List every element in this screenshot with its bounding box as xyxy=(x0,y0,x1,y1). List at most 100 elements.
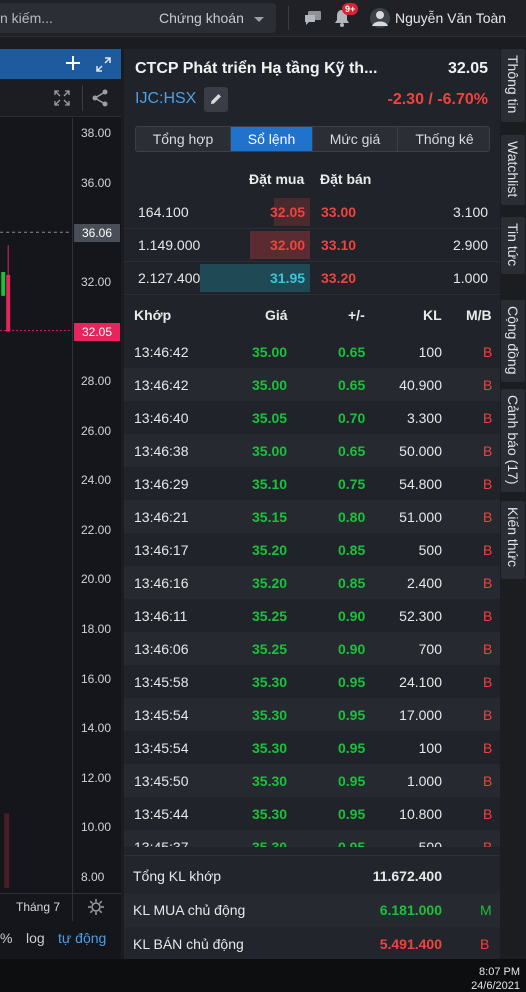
trade-row: 13:45:37 35.30 0.95 500 B xyxy=(124,830,500,847)
trade-volume: 51.000 xyxy=(399,509,442,525)
tab-thong-ke[interactable]: Thống kê xyxy=(398,127,489,151)
notification-badge: 9+ xyxy=(342,3,359,15)
vtab-thong-tin[interactable]: Thông tin xyxy=(501,49,525,122)
vtab-label: Watchlist xyxy=(505,141,521,198)
ask-volume: 1.000 xyxy=(453,270,489,286)
reference-price-label: 36.06 xyxy=(74,224,120,242)
bid-price: 32.05 xyxy=(270,204,306,220)
edit-button[interactable] xyxy=(204,87,228,112)
y-tick-label: 14.00 xyxy=(81,721,112,735)
vtab-tin-tuc[interactable]: Tin tức xyxy=(501,217,525,274)
trade-side: B xyxy=(483,674,493,690)
trade-price: 35.00 xyxy=(252,443,288,459)
percent-scale-toggle[interactable]: % xyxy=(0,930,12,946)
trade-change: 0.85 xyxy=(338,542,366,558)
trade-change: 0.95 xyxy=(338,707,366,723)
trade-price: 35.30 xyxy=(252,674,288,690)
trade-price: 35.30 xyxy=(252,839,288,847)
trade-change: 0.65 xyxy=(338,344,366,360)
settings-gear-icon[interactable] xyxy=(88,899,104,915)
bid-header: Đặt mua xyxy=(249,171,305,187)
trade-time: 13:46:40 xyxy=(134,410,189,426)
system-clock[interactable]: 8:07 PM 24/6/2021 xyxy=(471,965,520,992)
tab-tong-hop[interactable]: Tổng hợp xyxy=(136,127,231,151)
category-select[interactable]: Chứng khoán xyxy=(159,10,244,26)
trade-change: 0.95 xyxy=(338,674,366,690)
y-tick-label: 16.00 xyxy=(81,672,112,686)
trade-volume: 500 xyxy=(418,839,442,847)
vtab-watchlist[interactable]: Watchlist xyxy=(501,135,525,205)
trade-side: B xyxy=(483,443,493,459)
log-scale-toggle[interactable]: log xyxy=(26,930,45,946)
summary-row: KL BÁN chủ động 5.491.400 B xyxy=(124,927,500,961)
divider xyxy=(72,894,73,921)
trade-price: 35.05 xyxy=(252,410,288,426)
tab-so-lenh[interactable]: Sổ lệnh xyxy=(231,127,313,151)
trade-volume: 54.800 xyxy=(399,476,442,492)
trade-row: 13:46:11 35.25 0.90 52.300 B xyxy=(124,599,500,632)
bid-volume: 1.149.000 xyxy=(138,237,201,253)
auto-scale-toggle[interactable]: tự động xyxy=(58,930,106,946)
tab-muc-gia[interactable]: Mức giá xyxy=(313,127,398,151)
trade-time: 13:45:50 xyxy=(134,773,189,789)
trade-change: 0.95 xyxy=(338,839,366,847)
trade-side: B xyxy=(483,641,493,657)
y-tick-label: 10.00 xyxy=(81,820,112,834)
price-chart[interactable]: 38.0036.0034.0032.0030.0028.0026.0024.00… xyxy=(0,49,121,959)
vtab-kien-thuc[interactable]: Kiến thức xyxy=(501,501,525,579)
trade-row: 13:46:21 35.15 0.80 51.000 B xyxy=(124,500,500,533)
trade-side: B xyxy=(483,707,493,723)
volume-bar xyxy=(4,813,10,888)
chat-icon[interactable] xyxy=(304,10,322,26)
vtab-cong-dong[interactable]: Cộng đồng xyxy=(501,300,525,382)
vtab-label: Cảnh báo (17) xyxy=(505,395,521,485)
taskbar: 8:07 PM 24/6/2021 xyxy=(0,959,526,992)
y-tick-label: 38.00 xyxy=(81,126,112,140)
trade-row: 13:46:40 35.05 0.70 3.300 B xyxy=(124,401,500,434)
trade-row: 13:45:44 35.30 0.95 10.800 B xyxy=(124,797,500,830)
trade-volume: 1.000 xyxy=(406,773,442,789)
trade-volume: 17.000 xyxy=(399,707,442,723)
trade-change: 0.75 xyxy=(338,476,366,492)
last-price-label: 32.05 xyxy=(74,323,120,341)
orderbook-row: 2.127.400 31.95 33.20 1.000 xyxy=(124,262,500,295)
chart-plot-area[interactable] xyxy=(0,118,72,888)
fullscreen-icon[interactable] xyxy=(54,90,70,106)
trade-time: 13:46:11 xyxy=(134,608,188,624)
trade-time: 13:46:29 xyxy=(134,476,189,492)
stock-price: 32.05 xyxy=(447,60,488,77)
user-avatar-icon[interactable] xyxy=(369,7,391,29)
col-side: M/B xyxy=(466,307,492,323)
trade-volume: 2.400 xyxy=(406,575,442,591)
y-tick-label: 12.00 xyxy=(81,771,112,785)
trade-row: 13:45:50 35.30 0.95 1.000 B xyxy=(124,764,500,797)
bid-price: 31.95 xyxy=(270,270,306,286)
user-name[interactable]: Nguyễn Văn Toàn xyxy=(395,10,506,26)
vtab-label: Thông tin xyxy=(505,55,521,114)
trade-price: 35.30 xyxy=(252,707,288,723)
trades-list[interactable]: 13:46:42 35.00 0.65 100 B 13:46:42 35.00 0.65 40… xyxy=(124,335,500,847)
chevron-down-icon[interactable] xyxy=(254,17,264,22)
trade-row: 13:46:42 35.00 0.65 100 B xyxy=(124,335,500,368)
trade-change: 0.70 xyxy=(338,410,366,426)
trade-change: 0.90 xyxy=(338,641,366,657)
search-input[interactable]: n kiếm... xyxy=(0,10,53,26)
share-icon[interactable] xyxy=(91,89,109,107)
trade-change: 0.95 xyxy=(338,806,366,822)
bid-volume: 2.127.400 xyxy=(138,270,201,286)
vtab-canh-bao[interactable]: Cảnh báo (17) xyxy=(501,389,525,492)
stock-ticker-link[interactable]: IJC:HSX xyxy=(135,90,196,108)
trade-row: 13:46:29 35.10 0.75 54.800 B xyxy=(124,467,500,500)
trade-side: B xyxy=(483,410,493,426)
search-box[interactable]: n kiếm... Chứng khoán xyxy=(0,3,276,33)
plus-icon[interactable] xyxy=(66,56,80,70)
trade-time: 13:46:17 xyxy=(134,542,189,558)
trade-price: 35.20 xyxy=(252,575,288,591)
trade-time: 13:45:44 xyxy=(134,806,189,822)
trade-side: B xyxy=(483,839,493,847)
price-change: -2.30 / -6.70% xyxy=(387,91,489,108)
expand-icon[interactable] xyxy=(96,57,111,72)
trade-time: 13:46:16 xyxy=(134,575,189,591)
y-tick-label: 8.00 xyxy=(81,870,105,884)
trade-price: 35.30 xyxy=(252,740,288,756)
